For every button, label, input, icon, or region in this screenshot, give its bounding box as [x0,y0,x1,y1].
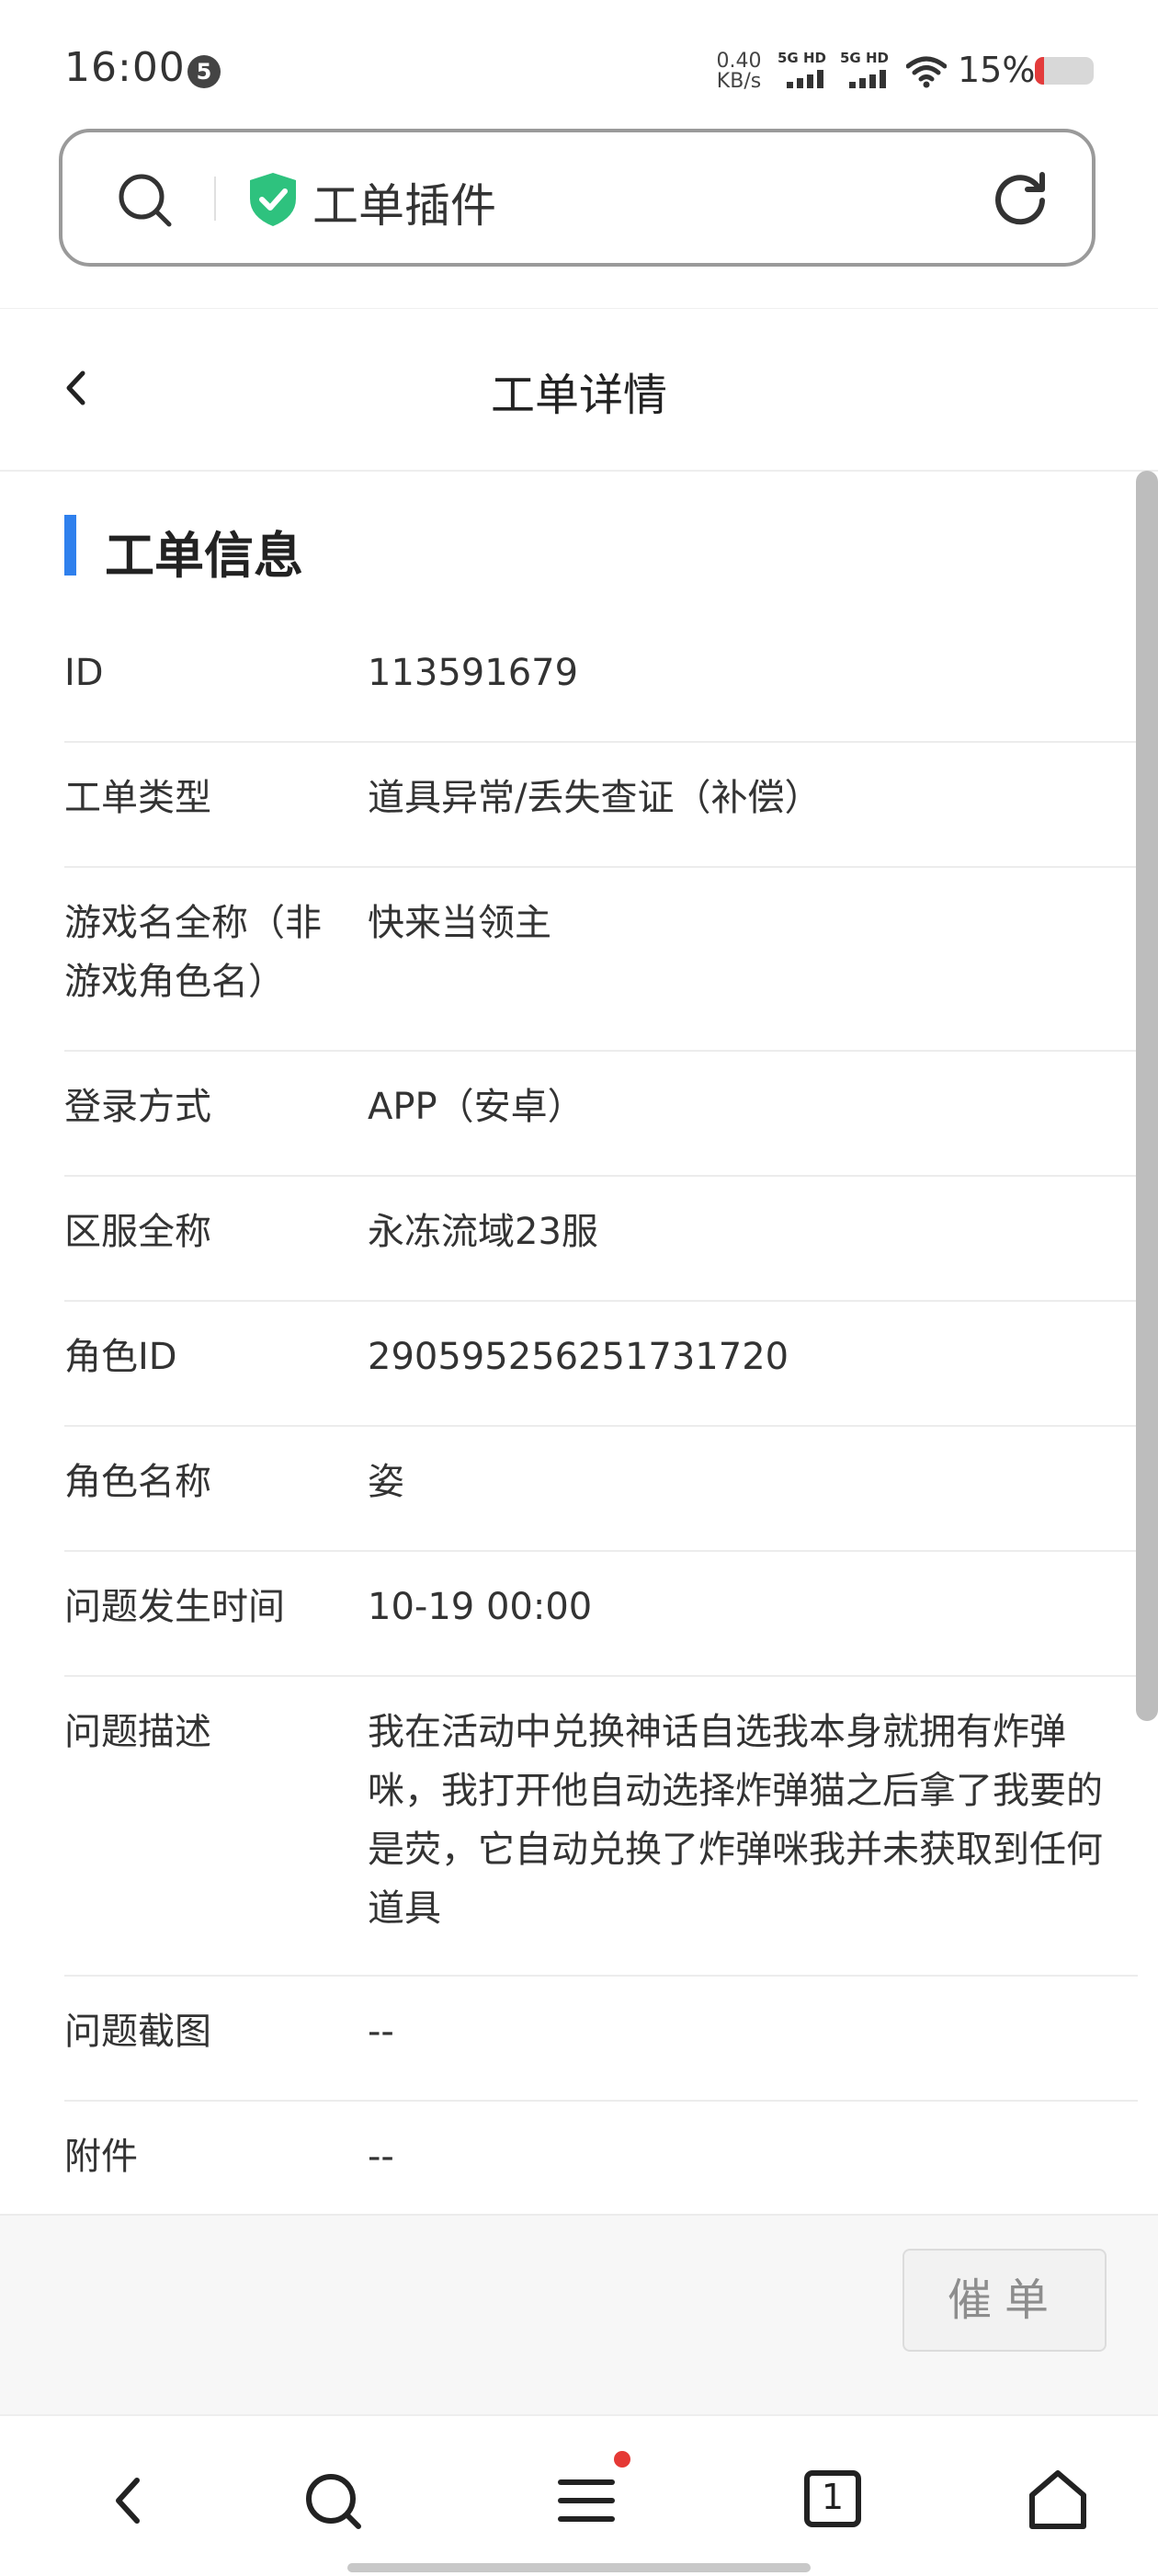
cellular-signal-2: 5G HD [840,50,897,90]
info-row-login-method: 登录方式 APP（安卓） [64,1052,1138,1177]
section-accent-bar [64,515,76,576]
info-label: ID [64,652,104,694]
signal-label: 5G HD [778,50,826,66]
info-row-issue-time: 问题发生时间 10-19 00:00 [64,1552,1138,1677]
info-row-server: 区服全称 永冻流域23服 [64,1177,1138,1302]
info-label: 工单类型 [64,777,211,819]
wifi-icon [906,56,947,88]
nav-back-icon[interactable] [85,2458,167,2541]
info-value: -- [368,2136,394,2178]
network-speed: 0.40 KB/s [711,51,766,92]
info-label: 问题发生时间 [64,1586,285,1628]
search-icon[interactable] [116,171,175,230]
ticket-info-list: ID 113591679 工单类型 道具异常/丢失查证（补偿） 游戏名全称（非游… [64,618,1138,2213]
info-value: 113591679 [368,652,579,694]
info-value: 道具异常/丢失查证（补偿） [368,777,822,819]
action-bar: 催单 [0,2214,1158,2416]
refresh-icon[interactable] [991,167,1050,226]
info-value: 永冻流域23服 [368,1211,598,1253]
info-row-role-id: 角色ID 290595256251731720 [64,1302,1138,1427]
signal-bars-icon [849,70,890,88]
cellular-signal-1: 5G HD [778,50,834,90]
address-bar-divider [214,177,216,221]
info-value: 10-19 00:00 [368,1586,593,1628]
network-speed-unit: KB/s [716,70,762,93]
info-value: 我在活动中兑换神话自选我本身就拥有炸弹咪，我打开他自动选择炸弹猫之后拿了我要的是… [368,1711,1103,1930]
nav-menu-icon[interactable] [546,2458,629,2541]
info-row-screenshot: 问题截图 -- [64,1977,1138,2102]
menu-notification-dot [614,2451,630,2468]
scrollbar[interactable] [1136,471,1158,1721]
clock: 16:00 [64,44,186,91]
nav-search-icon[interactable] [292,2458,375,2541]
info-value: 快来当领主 [368,902,551,944]
nav-tabs-button[interactable]: 1 [803,2469,886,2552]
home-indicator[interactable] [347,2563,811,2572]
battery-percentage: 15% [958,50,1036,90]
urge-ticket-button[interactable]: 催单 [903,2249,1107,2352]
info-label: 游戏名全称（非游戏角色名） [64,902,322,1003]
info-label: 角色名称 [64,1461,211,1503]
address-bar[interactable]: 工单插件 [59,129,1096,267]
signal-bars-icon [787,70,827,88]
info-value: -- [368,2011,394,2053]
status-bar: 16:00 5 0.40 KB/s 5G HD 5G HD 15% [0,0,1158,129]
battery-icon [1035,57,1094,85]
info-row-issue-description: 问题描述 我在活动中兑换神话自选我本身就拥有炸弹咪，我打开他自动选择炸弹猫之后拿… [64,1677,1138,1977]
info-label: 问题描述 [64,1711,211,1753]
page-title: 工单详情 [490,370,667,421]
page-header: 工单详情 [0,308,1158,472]
shield-check-icon [250,173,296,226]
tab-count: 1 [821,2477,845,2517]
info-value: 290595256251731720 [368,1336,789,1378]
info-row-attachment: 附件 -- [64,2102,1138,2213]
info-label: 角色ID [64,1336,177,1378]
signal-label: 5G HD [840,50,889,66]
info-value: 姿 [368,1461,404,1503]
battery-level-fill [1035,57,1044,85]
info-row-role-name: 角色名称 姿 [64,1427,1138,1552]
info-row-game-name: 游戏名全称（非游戏角色名） 快来当领主 [64,868,1138,1052]
info-label: 登录方式 [64,1086,211,1128]
info-value: APP（安卓） [368,1086,585,1128]
info-row-ticket-type: 工单类型 道具异常/丢失查证（补偿） [64,743,1138,868]
notification-count-badge: 5 [187,55,221,88]
browser-bottom-nav: 1 [0,2414,1158,2576]
ticket-detail-content[interactable]: 工单信息 ID 113591679 工单类型 道具异常/丢失查证（补偿） 游戏名… [0,471,1158,2213]
address-bar-title: 工单插件 [312,179,496,233]
network-speed-value: 0.40 [716,50,762,73]
info-label: 附件 [64,2136,138,2178]
nav-home-icon[interactable] [1016,2458,1099,2541]
info-row-id: ID 113591679 [64,618,1138,743]
info-label: 问题截图 [64,2011,211,2053]
section-title: 工单信息 [105,527,303,585]
info-label: 区服全称 [64,1211,211,1253]
